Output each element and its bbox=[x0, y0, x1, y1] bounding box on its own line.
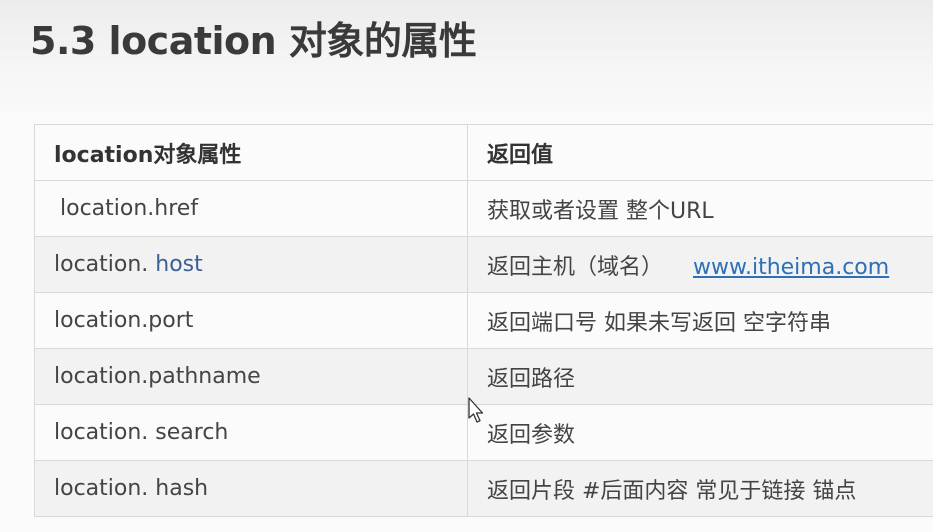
cell-property: location. host bbox=[34, 236, 468, 293]
property-highlight: host bbox=[155, 252, 203, 277]
location-properties-table-wrapper: location对象属性 返回值 location.href 获取或者设置 整个… bbox=[34, 124, 933, 517]
value-text: 返回主机（域名） bbox=[487, 254, 664, 280]
table-row-href: location.href 获取或者设置 整个URL bbox=[34, 180, 933, 237]
location-properties-table: location对象属性 返回值 location.href 获取或者设置 整个… bbox=[34, 124, 933, 517]
cell-property: location. hash bbox=[34, 460, 468, 517]
cell-value: 返回片段 #后面内容 常见于链接 锚点 bbox=[467, 460, 933, 517]
domain-link[interactable]: www.itheima.com bbox=[693, 255, 889, 280]
header-property: location对象属性 bbox=[34, 124, 468, 181]
cell-property: location.pathname bbox=[34, 348, 468, 405]
cell-value: 获取或者设置 整个URL bbox=[467, 180, 933, 237]
cell-property: location. search bbox=[34, 404, 468, 461]
cell-value: 返回端口号 如果未写返回 空字符串 bbox=[467, 292, 933, 349]
cell-value: 返回主机（域名） www.itheima.com bbox=[467, 236, 933, 293]
table-header-row: location对象属性 返回值 bbox=[34, 124, 933, 181]
table-row-port: location.port 返回端口号 如果未写返回 空字符串 bbox=[34, 292, 933, 349]
property-prefix: location. bbox=[54, 252, 156, 277]
table-row-host: location. host 返回主机（域名） www.itheima.com bbox=[34, 236, 933, 293]
cell-property: location.port bbox=[34, 292, 468, 349]
header-return-value: 返回值 bbox=[467, 124, 933, 181]
cell-value: 返回路径 bbox=[467, 348, 933, 405]
cell-value: 返回参数 bbox=[467, 404, 933, 461]
mouse-pointer-icon bbox=[468, 397, 484, 423]
table-row-hash: location. hash 返回片段 #后面内容 常见于链接 锚点 bbox=[34, 460, 933, 517]
slide-title: 5.3 location 对象的属性 bbox=[30, 19, 477, 63]
cell-property: location.href bbox=[34, 180, 468, 237]
